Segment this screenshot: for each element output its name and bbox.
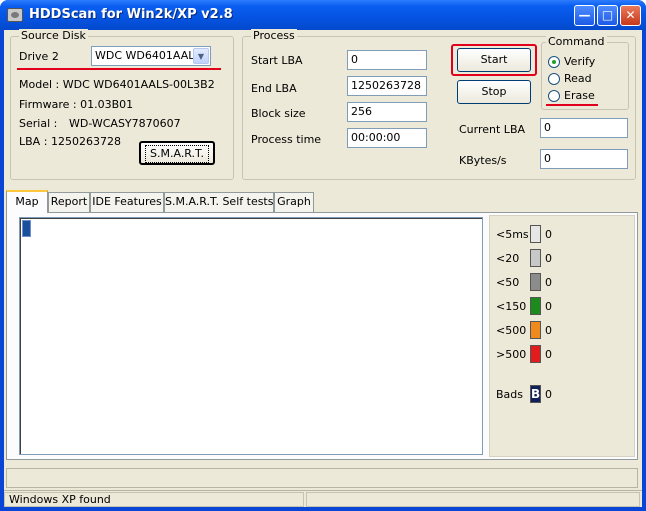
process-legend: Process [251,29,297,42]
erase-highlight-underline [546,104,598,106]
map-cursor-block [22,220,31,237]
status-pane-2 [306,492,640,507]
legend-row-label: <500 [496,324,527,337]
firmware-info: Firmware : 01.03B01 [19,98,134,111]
current-lba-field: 0 [540,118,628,138]
command-legend: Command [546,35,607,48]
legend-row-count: 0 [545,276,552,289]
drive-select[interactable]: WDC WD6401AAL ▼ [91,46,211,66]
client-area: Source Disk Drive 2 WDC WD6401AAL ▼ Mode… [4,29,642,507]
bads-swatch: B [530,385,541,403]
bads-row: Bads B 0 [496,385,626,405]
minimize-button[interactable]: — [574,5,595,26]
drive-highlight-underline [17,68,221,70]
legend-row-count: 0 [545,300,552,313]
end-lba-input[interactable]: 1250263728 [347,76,427,96]
drive-select-value: WDC WD6401AAL [95,49,195,62]
status-bar: Windows XP found [4,490,642,507]
progress-bar [6,468,638,488]
serial-value: WD-WCASY7870607 [69,117,181,130]
erase-label[interactable]: Erase [564,89,595,102]
legend-row-label: <150 [496,300,527,313]
source-disk-legend: Source Disk [19,29,88,42]
legend-row-count: 0 [545,252,552,265]
legend-swatch [530,345,541,363]
maximize-icon: □ [601,8,614,22]
tab-graph[interactable]: Graph [274,192,314,212]
legend-row: <50 0 [496,273,626,293]
process-time-label: Process time [251,133,322,146]
close-icon: ✕ [625,8,636,22]
status-text: Windows XP found [4,492,304,507]
read-label[interactable]: Read [564,72,592,85]
legend-row-label: <20 [496,252,520,265]
bads-label: Bads [496,388,524,401]
legend-row-label: <5ms [496,228,529,241]
end-lba-label: End LBA [251,82,297,95]
smart-button[interactable]: S.M.A.R.T. [139,141,215,165]
start-lba-input[interactable]: 0 [347,50,427,70]
legend-swatch [530,297,541,315]
tab-ide-features[interactable]: IDE Features [90,192,164,212]
legend-row: <5ms 0 [496,225,626,245]
window-title: HDDScan for Win2k/XP v2.8 [29,7,233,22]
app-window: HDDScan for Win2k/XP v2.8 — □ ✕ Source D… [0,0,646,511]
start-button[interactable]: Start [457,48,531,72]
process-time-field: 00:00:00 [347,128,427,148]
legend-row: <500 0 [496,321,626,341]
kbytes-field: 0 [540,149,628,169]
start-lba-label: Start LBA [251,54,303,67]
legend-row: <150 0 [496,297,626,317]
drive-label: Drive 2 [19,50,59,63]
current-lba-label: Current LBA [459,123,526,136]
title-bar[interactable]: HDDScan for Win2k/XP v2.8 — □ ✕ [0,0,646,30]
surface-map [19,217,483,455]
erase-radio[interactable] [548,90,560,102]
block-size-input[interactable]: 256 [347,102,427,122]
stop-button[interactable]: Stop [457,80,531,104]
legend-swatch [530,225,541,243]
source-disk-group: Source Disk Drive 2 WDC WD6401AAL ▼ Mode… [10,29,234,180]
smart-button-label: S.M.A.R.T. [145,145,209,163]
legend-row-label: >500 [496,348,527,361]
tab-smart-self-tests[interactable]: S.M.A.R.T. Self tests [164,192,274,212]
process-group: Process Start LBA 0 End LBA 1250263728 B… [242,29,636,180]
tab-map[interactable]: Map [6,190,48,213]
command-group: Command Verify Read Erase [541,35,629,110]
legend-row-count: 0 [545,348,552,361]
chevron-down-icon[interactable]: ▼ [193,48,209,64]
legend-row-count: 0 [545,228,552,241]
read-radio[interactable] [548,73,560,85]
tab-report[interactable]: Report [48,192,90,212]
verify-radio[interactable] [548,56,560,68]
maximize-button[interactable]: □ [597,5,618,26]
kbytes-label: KBytes/s [459,154,507,167]
serial-label: Serial : [19,117,58,130]
model-info: Model : WDC WD6401AALS-00L3B2 [19,78,215,91]
latency-legend: <5ms 0 <20 0 <50 0 <150 0 <500 0 >500 0 … [489,215,635,457]
legend-row-label: <50 [496,276,520,289]
block-size-label: Block size [251,107,306,120]
legend-row-count: 0 [545,324,552,337]
app-icon [7,8,23,22]
close-button[interactable]: ✕ [620,5,641,26]
tab-strip: Map Report IDE Features S.M.A.R.T. Self … [4,190,642,213]
minimize-icon: — [578,8,591,22]
legend-swatch [530,273,541,291]
lba-label: LBA : [19,135,48,148]
legend-swatch [530,321,541,339]
legend-row: >500 0 [496,345,626,365]
bads-count: 0 [545,388,552,401]
legend-swatch [530,249,541,267]
lba-value: 1250263728 [51,135,121,148]
verify-label[interactable]: Verify [564,55,595,68]
legend-row: <20 0 [496,249,626,269]
map-panel: <5ms 0 <20 0 <50 0 <150 0 <500 0 >500 0 … [6,212,638,460]
